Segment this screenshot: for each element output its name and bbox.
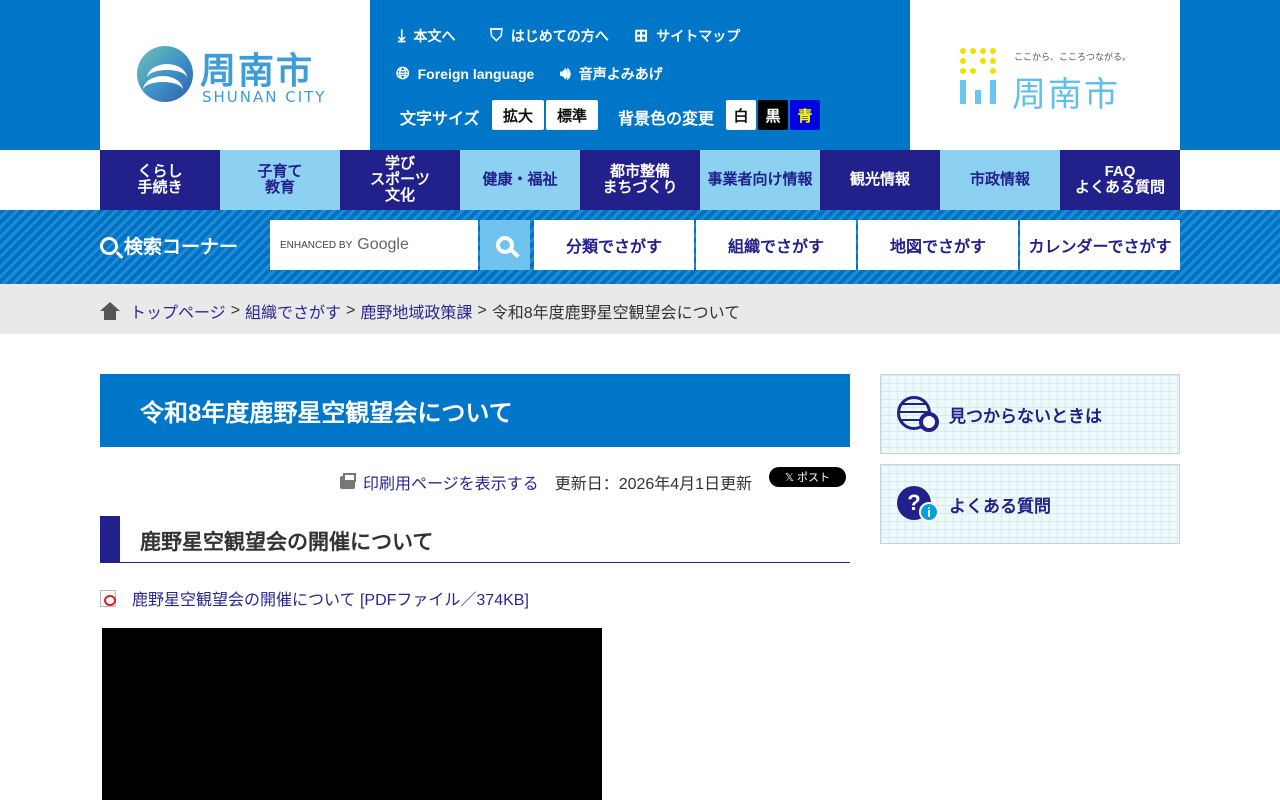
bg-color-label: 背景色の変更 (618, 111, 715, 128)
search-corner-title: 検索コーナー (100, 232, 238, 259)
page-title: 令和8年度鹿野星空観望会について (100, 374, 850, 447)
printer-icon (340, 472, 356, 489)
google-label: Google (357, 236, 409, 253)
font-size-enlarge-button[interactable]: 拡大 (492, 100, 544, 130)
site-logo[interactable]: 周南市 SHUNAN CITY (100, 0, 370, 150)
page-meta: 印刷用ページを表示する 更新日：2026年4月1日更新 (340, 470, 752, 494)
search-by-organization-button[interactable]: 組織でさがす (696, 220, 856, 270)
enhanced-by-label: ENHANCED BY (280, 239, 353, 251)
embedded-video[interactable] (102, 628, 602, 800)
breadcrumb-organization[interactable]: 組織でさがす (245, 299, 341, 323)
first-time-link[interactable]: ⛉ はじめての方へ (490, 26, 609, 46)
gnav-label: 市政情報 (969, 171, 1030, 188)
globe-search-icon (897, 396, 939, 432)
font-size-standard-button[interactable]: 標準 (546, 100, 598, 130)
breadcrumb-top[interactable]: トップページ (130, 299, 226, 323)
download-icon: ⤓ (398, 26, 406, 45)
gnav-business[interactable]: 事業者向け情報 (700, 150, 820, 210)
util-link-label: Foreign language (417, 66, 535, 82)
breadcrumb: トップページ > 組織でさがす > 鹿野地域政策課 > 令和8年度鹿野星空観望会… (0, 284, 1280, 334)
gnav-urban[interactable]: 都市整備 まちづくり (580, 150, 700, 210)
breadcrumb-separator: > (346, 302, 356, 319)
gnav-label: 子育て 教育 (257, 163, 303, 196)
search-by-map-button[interactable]: 地図でさがす (858, 220, 1018, 270)
search-input[interactable]: ENHANCED BY Google (270, 220, 478, 270)
brand-tagline: ここから、こころつながる。 (1014, 53, 1132, 63)
shield-icon: ⛉ (490, 26, 503, 45)
gnav-label: FAQ よくある質問 (1074, 163, 1165, 196)
logo-english: SHUNAN CITY (202, 88, 327, 106)
util-link-label: 本文へ (413, 28, 456, 44)
bg-white-button[interactable]: 白 (726, 100, 756, 130)
speaker-icon: 🔊︎ (560, 64, 571, 83)
home-icon (100, 302, 120, 320)
pdf-link[interactable]: 鹿野星空観望会の開催について [PDFファイル／374KB] (132, 586, 529, 610)
not-found-help-link[interactable]: 見つからないときは (880, 374, 1180, 454)
section-heading-text: 鹿野星空観望会の開催について (140, 531, 434, 554)
read-aloud-link[interactable]: 🔊︎ 音声よみあげ (560, 64, 663, 84)
util-link-label: 音声よみあげ (578, 66, 663, 82)
sitemap-link[interactable]: ⊞ サイトマップ (634, 26, 740, 46)
globe-icon: 🌐︎ (396, 64, 410, 83)
pdf-icon (100, 589, 116, 607)
font-size-label: 文字サイズ (400, 111, 480, 128)
gnav-health[interactable]: 健康・福祉 (460, 150, 580, 210)
search-icon (100, 236, 118, 255)
x-post-button[interactable]: 𝕏 ポスト (769, 467, 846, 487)
gnav-label: 観光情報 (849, 171, 910, 188)
breadcrumb-separator: > (230, 302, 241, 319)
header: 周南市 SHUNAN CITY ⤓ 本文へ ⛉ はじめての方へ ⊞ サイトマップ… (0, 0, 1280, 150)
breadcrumb-department[interactable]: 鹿野地域政策課 (360, 299, 472, 323)
search-by-calendar-button[interactable]: カレンダーでさがす (1020, 220, 1180, 270)
bg-blue-button[interactable]: 青 (790, 100, 820, 130)
gnav-childcare[interactable]: 子育て 教育 (220, 150, 340, 210)
breadcrumb-separator: > (477, 302, 487, 319)
gnav-living[interactable]: くらし 手続き (100, 150, 220, 210)
search-by-category-button[interactable]: 分類でさがす (534, 220, 694, 270)
faq-side-link[interactable]: ? i よくある質問 (880, 464, 1180, 544)
city-emblem-icon (137, 46, 193, 102)
logo-text: 周南市 (200, 51, 315, 92)
print-page-link[interactable]: 印刷用ページを表示する (363, 470, 539, 494)
section-heading: 鹿野星空観望会の開催について (100, 516, 850, 563)
breadcrumb-current: 令和8年度鹿野星空観望会について (491, 305, 741, 322)
gnav-faq[interactable]: FAQ よくある質問 (1060, 150, 1180, 210)
gnav-label: 学び スポーツ 文化 (370, 155, 430, 204)
brand-logo-text: 周南市 (1012, 75, 1120, 115)
search-title-label: 検索コーナー (124, 237, 239, 258)
skip-to-content-link[interactable]: ⤓ 本文へ (398, 26, 456, 46)
gnav-label: 健康・福祉 (482, 171, 558, 188)
gnav-label: 事業者向け情報 (707, 171, 813, 188)
brand-mark-icon (960, 48, 996, 104)
foreign-language-link[interactable]: 🌐︎ Foreign language (396, 64, 534, 84)
sitemap-icon: ⊞ (634, 26, 649, 45)
gnav-learning[interactable]: 学び スポーツ 文化 (340, 150, 460, 210)
util-link-label: サイトマップ (656, 28, 741, 44)
bg-black-button[interactable]: 黒 (758, 100, 788, 130)
gnav-label: 都市整備 まちづくり (602, 163, 678, 196)
util-link-label: はじめての方へ (510, 28, 609, 44)
updated-date: 更新日：2026年4月1日更新 (554, 476, 753, 493)
utility-area: ⤓ 本文へ ⛉ はじめての方へ ⊞ サイトマップ 🌐︎ Foreign lang… (370, 0, 910, 150)
pdf-attachment: 鹿野星空観望会の開催について [PDFファイル／374KB] (100, 586, 529, 610)
gnav-city-admin[interactable]: 市政情報 (940, 150, 1060, 210)
search-button[interactable] (480, 220, 530, 270)
side-link-label: 見つからないときは (949, 406, 1102, 426)
heading-bar (100, 516, 120, 562)
search-corner: 検索コーナー ENHANCED BY Google 分類でさがす 組織でさがす … (0, 210, 1280, 284)
side-link-label: よくある質問 (949, 496, 1051, 516)
global-nav: くらし 手続き 子育て 教育 学び スポーツ 文化 健康・福祉 都市整備 まちづ… (100, 150, 1180, 210)
question-info-icon: ? i (897, 486, 939, 522)
brand-logo[interactable]: ここから、こころつながる。 周南市 (910, 0, 1180, 150)
gnav-tourism[interactable]: 観光情報 (820, 150, 940, 210)
search-icon (496, 236, 514, 254)
gnav-label: くらし 手続き (137, 163, 183, 196)
